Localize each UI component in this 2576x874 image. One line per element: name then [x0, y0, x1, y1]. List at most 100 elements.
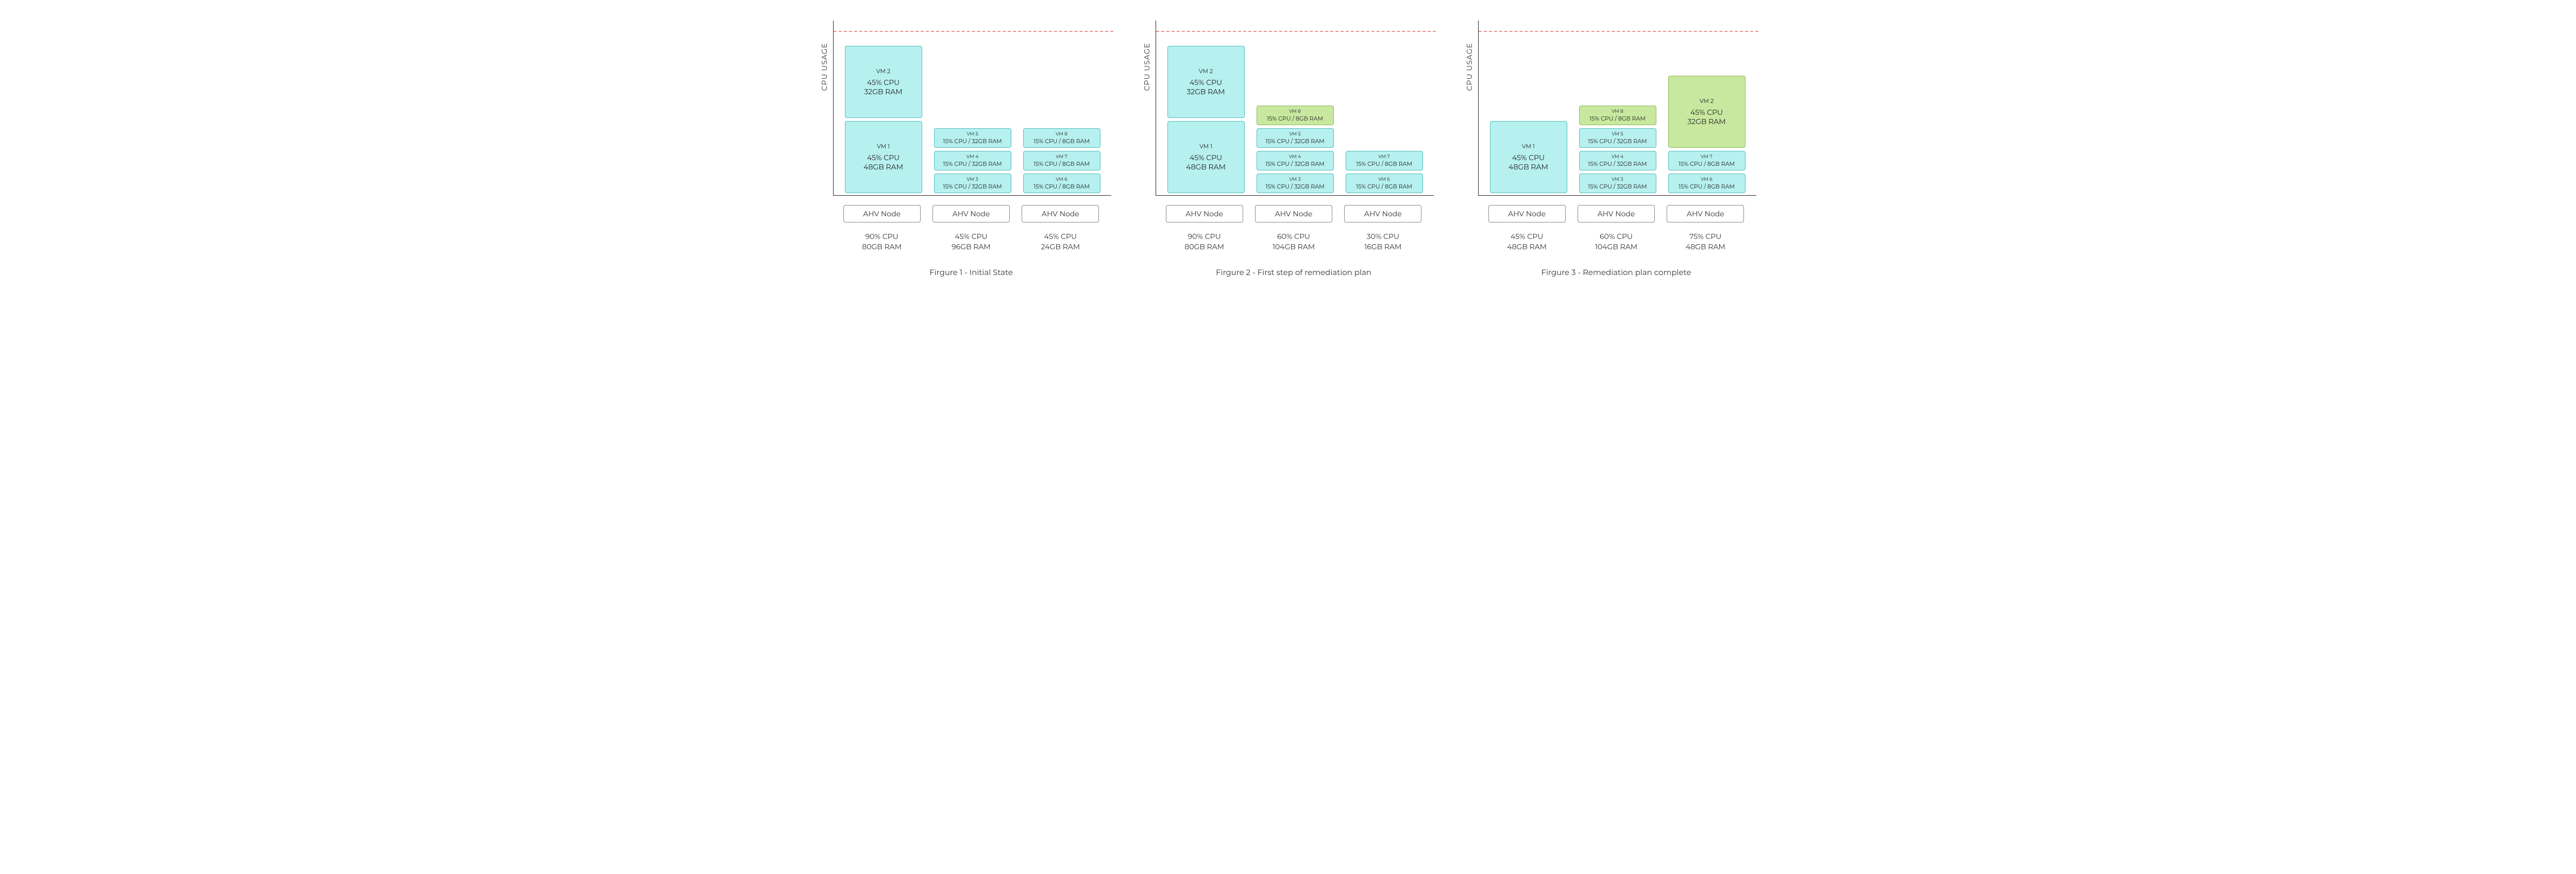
plot-area: VM 145% CPU48GB RAMVM 245% CPU32GB RAMVM… — [1156, 21, 1434, 196]
vm-line2: 48GB RAM — [1186, 162, 1226, 172]
node-box: AHV Node — [1255, 205, 1332, 222]
vm-block: VM 415% CPU / 32GB RAM — [1257, 151, 1334, 170]
vm-name: VM 5 — [1289, 131, 1300, 137]
vm-name: VM 7 — [1378, 154, 1389, 160]
vm-block: VM 615% CPU / 8GB RAM — [1668, 174, 1745, 193]
vm-name: VM 5 — [967, 131, 978, 137]
vm-stack: VM 315% CPU / 32GB RAM VM 415% CPU / 32GB… — [1577, 106, 1659, 195]
columns: VM 145% CPU48GB RAMVM 245% CPU32GB RAMVM… — [1156, 46, 1434, 195]
stat-cpu: 45% CPU — [933, 232, 1010, 242]
vm-block: VM 715% CPU / 8GB RAM — [1346, 151, 1423, 170]
vm-line1: 15% CPU / 32GB RAM — [1265, 160, 1324, 167]
vm-name: VM 1 — [1522, 143, 1535, 150]
node-stats: 90% CPU80GB RAM — [843, 232, 921, 252]
vm-line1: 45% CPU — [1190, 153, 1222, 162]
vm-line2: 32GB RAM — [1687, 117, 1725, 126]
vm-line2: 48GB RAM — [1509, 162, 1548, 172]
vm-line1: 45% CPU — [1690, 108, 1723, 117]
vm-line1: 45% CPU — [867, 153, 900, 162]
vm-line1: 15% CPU / 8GB RAM — [1679, 160, 1735, 167]
y-axis-label: CPU USAGE — [1465, 43, 1474, 91]
vm-name: VM 2 — [1199, 67, 1213, 75]
node-box: AHV Node — [933, 205, 1010, 222]
vm-block: VM 245% CPU32GB RAM — [845, 46, 922, 118]
stat-cpu: 45% CPU — [1488, 232, 1566, 242]
chart-area: CPU USAGEVM 145% CPU48GB RAMVM 315% CPU … — [1465, 21, 1756, 196]
stats-row: 45% CPU48GB RAM60% CPU104GB RAM75% CPU48… — [1477, 232, 1755, 252]
node-box: AHV Node — [1344, 205, 1421, 222]
vm-stack: VM 615% CPU / 8GB RAMVM 715% CPU / 8GB R… — [1666, 76, 1748, 195]
stat-ram: 48GB RAM — [1488, 242, 1566, 252]
vm-block: VM 815% CPU / 8GB RAM — [1023, 128, 1100, 148]
stats-row: 90% CPU80GB RAM60% CPU104GB RAM30% CPU16… — [1155, 232, 1433, 252]
vm-line1: 15% CPU / 8GB RAM — [1679, 183, 1735, 190]
vm-line2: 48GB RAM — [863, 162, 903, 172]
stat-cpu: 75% CPU — [1667, 232, 1744, 242]
vm-name: VM 2 — [876, 67, 890, 75]
vm-name: VM 3 — [967, 177, 978, 182]
vm-block: VM 715% CPU / 8GB RAM — [1023, 151, 1100, 170]
vm-stack: VM 145% CPU48GB RAM — [1487, 121, 1570, 195]
node-box: AHV Node — [1166, 205, 1243, 222]
vm-name: VM 4 — [1289, 154, 1301, 160]
stat-cpu: 60% CPU — [1578, 232, 1655, 242]
node-box: AHV Node — [1667, 205, 1744, 222]
stat-ram: 96GB RAM — [933, 242, 1010, 252]
vm-block: VM 145% CPU48GB RAM — [1490, 121, 1567, 193]
stat-ram: 48GB RAM — [1667, 242, 1744, 252]
vm-name: VM 8 — [1612, 109, 1623, 114]
vm-block: VM 2 45% CPU32GB RAM — [1668, 76, 1745, 148]
stat-cpu: 90% CPU — [843, 232, 921, 242]
vm-name: VM 5 — [1612, 131, 1623, 137]
vm-line2: 32GB RAM — [1187, 87, 1225, 96]
vm-line1: 15% CPU / 8GB RAM — [1267, 115, 1323, 122]
vm-name: VM 7 — [1701, 154, 1712, 160]
plot-area: VM 145% CPU48GB RAMVM 315% CPU / 32GB RA… — [1478, 21, 1756, 196]
nodes-row: AHV Node AHV Node AHV Node — [1155, 205, 1433, 222]
vm-block: VM 415% CPU / 32GB RAM — [934, 151, 1011, 170]
vm-stack: VM 145% CPU48GB RAMVM 245% CPU32GB RAM — [842, 46, 925, 195]
vm-block: VM 415% CPU / 32GB RAM — [1579, 151, 1656, 170]
vm-block: VM 515% CPU / 32GB RAM — [1257, 128, 1334, 148]
threshold-line — [1156, 31, 1436, 32]
node-stats: 45% CPU24GB RAM — [1022, 232, 1099, 252]
vm-block: VM 1 45% CPU48GB RAM — [1167, 121, 1245, 193]
stat-ram: 16GB RAM — [1344, 242, 1421, 252]
vm-line1: 15% CPU / 32GB RAM — [1265, 183, 1324, 190]
vm-name: VM 6 — [1701, 177, 1713, 182]
vm-block: VM 315% CPU / 32GB RAM — [1579, 174, 1656, 193]
vm-stack: VM 1 45% CPU48GB RAM VM 2 45% CPU 32GB RAM — [1165, 46, 1247, 195]
vm-name: VM 1 — [1199, 143, 1212, 150]
node-stats: 45% CPU96GB RAM — [933, 232, 1010, 252]
vm-line1: 15% CPU / 8GB RAM — [1033, 160, 1090, 167]
vm-name: VM 4 — [1612, 154, 1623, 160]
node-box: AHV Node — [1578, 205, 1655, 222]
figure-caption: Firgure 1 - Initial State — [929, 267, 1013, 277]
vm-line1: 15% CPU / 8GB RAM — [1589, 115, 1646, 122]
node-stats: 90% CPU80GB RAM — [1166, 232, 1243, 252]
stat-ram: 24GB RAM — [1022, 242, 1099, 252]
vm-name: VM 6 — [1056, 177, 1067, 182]
vm-block: VM 315% CPU / 32GB RAM — [1257, 174, 1334, 193]
vm-line1: 15% CPU / 32GB RAM — [943, 138, 1002, 145]
y-axis-label: CPU USAGE — [820, 43, 829, 91]
vm-line1: 15% CPU / 8GB RAM — [1033, 183, 1090, 190]
chart-area: CPU USAGEVM 145% CPU48GB RAMVM 245% CPU3… — [1142, 21, 1434, 196]
vm-name: VM 1 — [877, 143, 890, 150]
vm-block: VM 615% CPU / 8GB RAM — [1346, 174, 1423, 193]
vm-name: VM 2 — [1700, 97, 1714, 105]
vm-block: VM 815% CPU / 8GB RAM — [1579, 106, 1656, 125]
figure-caption: Firgure 3 - Remediation plan complete — [1541, 267, 1691, 277]
plot-area: VM 145% CPU48GB RAMVM 245% CPU32GB RAMVM… — [833, 21, 1111, 196]
threshold-line — [834, 31, 1113, 32]
vm-stack: VM 615% CPU / 8GB RAM VM 715% CPU / 8GB R… — [1343, 151, 1426, 195]
node-box: AHV Node — [843, 205, 921, 222]
stat-cpu: 30% CPU — [1344, 232, 1421, 242]
vm-name: VM 3 — [1289, 177, 1300, 182]
vm-line1: 45% CPU — [867, 78, 900, 87]
nodes-row: AHV NodeAHV NodeAHV Node — [1477, 205, 1755, 222]
vm-name: VM 3 — [1612, 177, 1623, 182]
vm-line1: 15% CPU / 8GB RAM — [1356, 160, 1412, 167]
figure-2: CPU USAGEVM 145% CPU48GB RAMVM 245% CPU3… — [1142, 21, 1434, 277]
chart-area: CPU USAGEVM 145% CPU48GB RAMVM 245% CPU3… — [820, 21, 1111, 196]
